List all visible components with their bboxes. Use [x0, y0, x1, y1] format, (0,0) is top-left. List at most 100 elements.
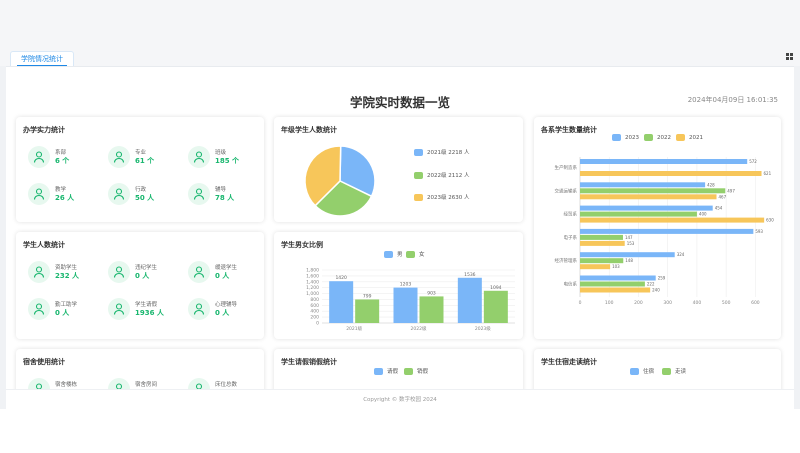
bar-2022-电子系[interactable] — [580, 234, 623, 240]
y-tick-label: 电信系 — [564, 281, 578, 288]
stat-value: 26 人 — [55, 194, 75, 202]
bar-value-label: 400 — [699, 212, 707, 217]
x-tick-label: 0 — [579, 300, 582, 306]
bar-value-label: 630 — [766, 218, 774, 223]
bar-2023-经济管理系[interactable] — [580, 252, 675, 258]
stat-label: 行政 — [135, 187, 147, 193]
bar-2021-交通运输系[interactable] — [580, 194, 717, 200]
legend-cancel-leave: 销假 — [404, 367, 428, 375]
gender-bar-chart: 02004006008001,0001,2001,4001,6001,800 14… — [306, 268, 515, 332]
card-title: 宿舍使用统计 — [23, 358, 65, 366]
stat-value: 0 人 — [135, 272, 150, 280]
bar-男-2021级[interactable] — [329, 281, 354, 323]
bar-value-label: 497 — [727, 188, 735, 193]
y-tick-label: 600 — [310, 303, 319, 309]
stat-room: 宿舍房间 — [108, 378, 188, 389]
stat-label: 缓退学生 — [215, 265, 238, 271]
bar-value-label: 1203 — [400, 282, 412, 288]
x-tick-label: 100 — [605, 300, 614, 306]
bar-女-2023级[interactable] — [483, 290, 508, 323]
school-strength-card: 办学实力统计 系部 6 个专业 61 个班级 185 个教学 26 人行政 50 人辅导 7… — [16, 117, 264, 222]
grade-students-card: 年级学生人数统计 2021级 2218 人 2022级 2112 人 2023级… — [274, 117, 523, 222]
legend-leave: 请假 — [374, 367, 398, 375]
counselor-icon — [188, 183, 210, 205]
stat-value: 78 人 — [215, 194, 235, 202]
bar-2021-经贸系[interactable] — [580, 217, 765, 223]
bar-2022-交通运输系[interactable] — [580, 188, 726, 194]
bar-2021-生产制造系[interactable] — [580, 171, 762, 176]
y-tick-label: 经贸系 — [564, 211, 578, 218]
residence-stats-card: 学生住宿走读统计 住宿 走读 — [534, 349, 781, 389]
stat-user-clock: 学生请假 1936 人 — [108, 298, 188, 332]
stat-label: 资助学生 — [55, 265, 78, 271]
bar-value-label: 799 — [363, 293, 372, 299]
y-tick-label: 1,800 — [306, 268, 319, 274]
grid-icon[interactable] — [786, 53, 793, 60]
bar-2023-经贸系[interactable] — [580, 205, 713, 211]
stat-label: 系部 — [55, 150, 67, 156]
grade-pie-chart — [304, 145, 376, 217]
x-tick-label: 2023级 — [475, 325, 491, 332]
pie-legend-2021: 2021级 2218 人 — [414, 148, 470, 156]
stat-book: 专业 61 个 — [108, 146, 188, 180]
gender-ratio-card: 学生男女比例 男 女 0 200 400 600 800 1,000 1,200 1,400 1… — [274, 232, 523, 339]
bar-2023-电信系[interactable] — [580, 275, 656, 281]
bar-value-label: 153 — [627, 241, 635, 246]
stat-label: 宿舍房间 — [135, 382, 158, 388]
board-icon — [188, 146, 210, 168]
card-title: 学生人数统计 — [23, 241, 65, 249]
bar-女-2022级[interactable] — [419, 296, 444, 323]
stat-label: 宿舍楼栋 — [55, 382, 78, 388]
stat-board: 班级 185 个 — [188, 146, 264, 180]
dashboard-main: 学院实时数据一览 2024年04月09日 16:01:35 办学实力统计 系部 6… — [6, 66, 794, 389]
bar-value-label: 103 — [612, 264, 620, 269]
stat-alert: 违纪学生 0 人 — [108, 261, 188, 295]
stat-value: 61 个 — [135, 157, 155, 165]
bar-男-2023级[interactable] — [457, 277, 482, 323]
bed-icon — [188, 378, 210, 389]
x-tick-label: 200 — [634, 300, 643, 306]
bar-2022-经贸系[interactable] — [580, 211, 697, 217]
x-tick-label: 2022级 — [411, 325, 427, 332]
stat-building: 宿舍楼栋 — [28, 378, 108, 389]
bar-2023-电子系[interactable] — [580, 228, 754, 234]
bar-2023-交通运输系[interactable] — [580, 182, 706, 188]
x-tick-label: 600 — [751, 300, 760, 306]
stat-label: 学生请假 — [135, 302, 158, 308]
y-tick-label: 生产制造系 — [555, 164, 578, 171]
major-students-card: 各系学生数量统计 2023 2022 2021 0 100 200 300 400 500… — [534, 117, 781, 339]
doc-icon — [188, 261, 210, 283]
bar-2022-电信系[interactable] — [580, 281, 645, 287]
bar-value-label: 593 — [755, 229, 763, 234]
stat-value: 0 人 — [55, 309, 70, 317]
bar-女-2021级[interactable] — [355, 299, 380, 323]
y-tick-label: 1,200 — [306, 285, 319, 291]
bar-value-label: 240 — [652, 288, 660, 293]
bar-value-label: 148 — [625, 258, 633, 263]
bar-2023-生产制造系[interactable] — [580, 159, 748, 164]
book-icon — [108, 146, 130, 168]
bar-2021-电子系[interactable] — [580, 240, 625, 246]
card-title: 学生请假销假统计 — [281, 358, 337, 366]
bar-value-label: 467 — [719, 194, 727, 199]
user-clock-icon — [108, 298, 130, 320]
bar-2022-经济管理系[interactable] — [580, 258, 624, 264]
y-tick-label: 交通运输系 — [555, 187, 578, 194]
teacher-icon — [28, 183, 50, 205]
bar-男-2022级[interactable] — [393, 287, 418, 323]
stat-value: 0 人 — [215, 272, 230, 280]
bar-2021-电信系[interactable] — [580, 287, 651, 293]
stat-org-chart: 系部 6 个 — [28, 146, 108, 180]
bar-value-label: 324 — [677, 252, 685, 257]
org-chart-icon — [28, 146, 50, 168]
pie-legend-2023: 2023级 2630 人 — [414, 193, 470, 201]
stat-bed: 床位总数 — [188, 378, 264, 389]
stat-value: 50 人 — [135, 194, 155, 202]
bar-value-label: 1536 — [464, 272, 476, 278]
stat-label: 勤工助学 — [55, 302, 78, 308]
cap-icon — [28, 261, 50, 283]
bar-2021-经济管理系[interactable] — [580, 264, 611, 270]
stat-cap: 资助学生 232 人 — [28, 261, 108, 295]
bar-value-label: 1094 — [490, 285, 502, 291]
tab-college-stats[interactable]: 学院情况统计 — [10, 51, 74, 66]
